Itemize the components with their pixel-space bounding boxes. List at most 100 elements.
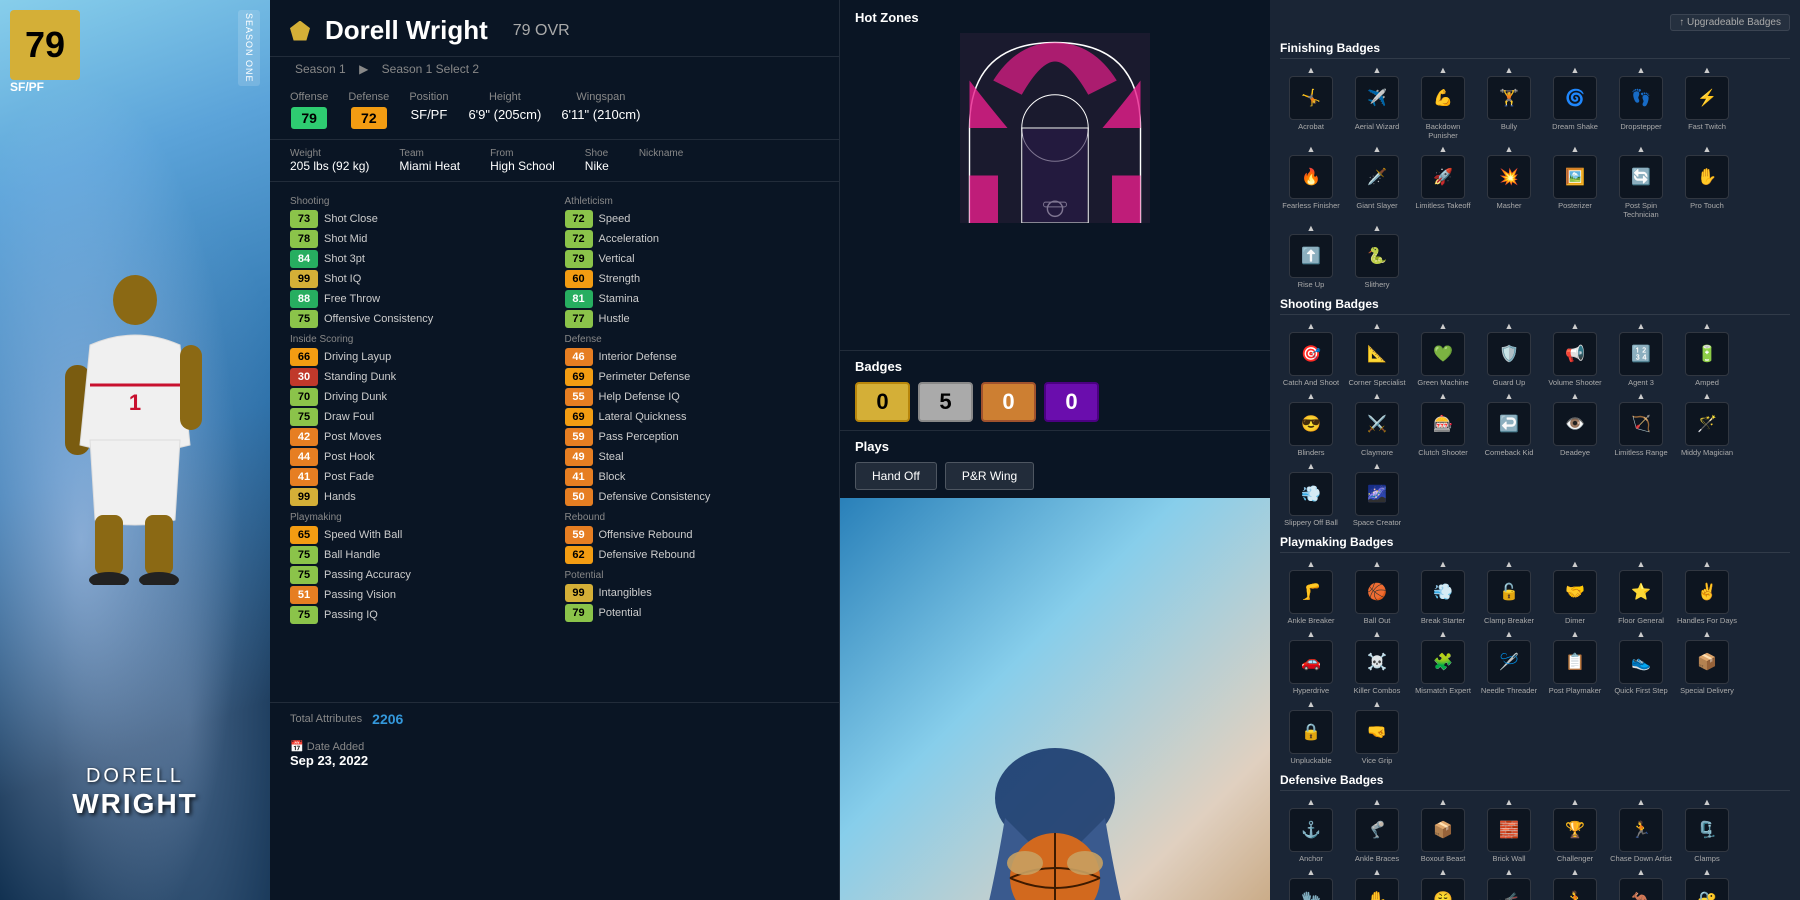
height-value: 6'9" (205cm): [468, 107, 541, 122]
stat-value: 99: [290, 488, 318, 506]
plays-buttons-row: Hand Off P&R Wing: [855, 462, 1255, 490]
list-item[interactable]: ▲ 🔒 Unpluckable: [1280, 699, 1342, 765]
list-item[interactable]: ▲ 👁️ Deadeye: [1544, 391, 1606, 457]
badge-name-label: Acrobat: [1298, 122, 1324, 131]
list-item[interactable]: ▲ 🔐 Post Lockdown: [1676, 867, 1738, 900]
breadcrumb-season1select2[interactable]: Season 1 Select 2: [382, 62, 479, 76]
list-item[interactable]: ▲ 🏋️ Bully: [1478, 65, 1540, 140]
stat-row: 51 Passing Vision: [290, 586, 545, 604]
stat-row: 46 Interior Defense: [565, 348, 820, 366]
list-item[interactable]: ▲ 🌌 Space Creator: [1346, 461, 1408, 527]
hand-off-button[interactable]: Hand Off: [855, 462, 937, 490]
list-item[interactable]: ▲ 🐍 Slithery: [1346, 223, 1408, 289]
list-item[interactable]: ▲ 📢 Volume Shooter: [1544, 321, 1606, 387]
list-item[interactable]: ▲ 🤜 Vice Grip: [1346, 699, 1408, 765]
list-item[interactable]: ▲ 💨 Slippery Off Ball: [1280, 461, 1342, 527]
list-item[interactable]: ▲ 🔋 Amped: [1676, 321, 1738, 387]
stat-row: 75 Offensive Consistency: [290, 310, 545, 328]
list-item[interactable]: ▲ ⚡ Fast Twitch: [1676, 65, 1738, 140]
list-item[interactable]: ▲ 🏆 Challenger: [1544, 797, 1606, 863]
badge-name-label: Anchor: [1299, 854, 1323, 863]
list-item[interactable]: ▲ 🏃 Pick Dodger: [1544, 867, 1606, 900]
list-item[interactable]: ▲ ⚓ Anchor: [1280, 797, 1342, 863]
list-item[interactable]: ▲ 😎 Blinders: [1280, 391, 1342, 457]
list-item[interactable]: ▲ 🧩 Mismatch Expert: [1412, 629, 1474, 695]
breadcrumb-season1[interactable]: Season 1: [295, 62, 346, 76]
list-item[interactable]: ▲ 💚 Green Machine: [1412, 321, 1474, 387]
list-item[interactable]: ▲ 🤝 Dimer: [1544, 559, 1606, 625]
list-item[interactable]: ▲ ⚔️ Claymore: [1346, 391, 1408, 457]
badge-name-label: Blinders: [1297, 448, 1324, 457]
plays-section: Plays Hand Off P&R Wing: [840, 430, 1270, 498]
stat-name: Strength: [599, 273, 641, 285]
list-item[interactable]: ▲ 🎯 Catch And Shoot: [1280, 321, 1342, 387]
list-item[interactable]: ▲ ✈️ Aerial Wizard: [1346, 65, 1408, 140]
player-first-name: DORELL: [0, 765, 270, 788]
badge-name-label: Limitless Takeoff: [1415, 201, 1470, 210]
list-item[interactable]: ▲ 🤸 Acrobat: [1280, 65, 1342, 140]
list-item[interactable]: ▲ 📦 Special Delivery: [1676, 629, 1738, 695]
badge-name-label: Corner Specialist: [1348, 378, 1405, 387]
badge-name-label: Ankle Breaker: [1287, 616, 1334, 625]
list-item[interactable]: ▲ 📋 Post Playmaker: [1544, 629, 1606, 695]
list-item[interactable]: ▲ 💪 Backdown Punisher: [1412, 65, 1474, 140]
player-image-area: 1: [30, 30, 240, 820]
list-item[interactable]: ▲ 🏀 Ball Out: [1346, 559, 1408, 625]
list-item[interactable]: ▲ 💥 Masher: [1478, 144, 1540, 219]
stat-name: Draw Foul: [324, 411, 374, 423]
badge-icon: 🔥: [1289, 155, 1333, 199]
pr-wing-button[interactable]: P&R Wing: [945, 462, 1034, 490]
bronze-badge-count: 0: [981, 382, 1036, 422]
list-item[interactable]: ▲ ⭐ Floor General: [1610, 559, 1672, 625]
list-item[interactable]: ▲ 📐 Corner Specialist: [1346, 321, 1408, 387]
list-item[interactable]: ▲ 🎰 Clutch Shooter: [1412, 391, 1474, 457]
list-item[interactable]: ▲ 🦘 Pogo Stick: [1610, 867, 1672, 900]
list-item[interactable]: ▲ 🏹 Limitless Range: [1610, 391, 1672, 457]
list-item[interactable]: ▲ ✋ Pro Touch: [1676, 144, 1738, 219]
list-item[interactable]: ▲ 🔓 Clamp Breaker: [1478, 559, 1540, 625]
list-item[interactable]: ▲ 🖼️ Posterizer: [1544, 144, 1606, 219]
stat-value: 75: [290, 408, 318, 426]
list-item[interactable]: ▲ 🪄 Middy Magician: [1676, 391, 1738, 457]
list-item[interactable]: ▲ 👣 Dropstepper: [1610, 65, 1672, 140]
list-item[interactable]: ▲ 🦵 Ankle Breaker: [1280, 559, 1342, 625]
list-item[interactable]: ▲ 🔢 Agent 3: [1610, 321, 1672, 387]
nickname-label: Nickname: [639, 148, 683, 159]
list-item[interactable]: ▲ 😤 Menace: [1412, 867, 1474, 900]
list-item[interactable]: ▲ ⬆️ Rise Up: [1280, 223, 1342, 289]
list-item[interactable]: ▲ 🧱 Brick Wall: [1478, 797, 1540, 863]
shooting-badges-grid: ▲ 🎯 Catch And Shoot ▲ 📐 Corner Specialis…: [1280, 321, 1790, 527]
list-item[interactable]: ▲ 🏃 Chase Down Artist: [1610, 797, 1672, 863]
list-item[interactable]: ▲ 🔄 Post Spin Technician: [1610, 144, 1672, 219]
badge-name-label: Green Machine: [1417, 378, 1468, 387]
list-item[interactable]: ▲ 🗡️ Giant Slayer: [1346, 144, 1408, 219]
court-svg: [955, 33, 1155, 223]
list-item[interactable]: ▲ ↩️ Comeback Kid: [1478, 391, 1540, 457]
svg-text:1: 1: [129, 390, 141, 415]
list-item[interactable]: ▲ ☠️ Killer Combos: [1346, 629, 1408, 695]
list-item[interactable]: ▲ 🦿 Ankle Braces: [1346, 797, 1408, 863]
list-item[interactable]: ▲ 🛡️ Guard Up: [1478, 321, 1540, 387]
list-item[interactable]: ▲ 🔥 Fearless Finisher: [1280, 144, 1342, 219]
upgrade-arrow-icon: ▲: [1439, 144, 1448, 154]
list-item[interactable]: ▲ 🚗 Hyperdrive: [1280, 629, 1342, 695]
list-item[interactable]: ▲ 📦 Boxout Beast: [1412, 797, 1474, 863]
list-item[interactable]: ▲ 🧤 Glove: [1280, 867, 1342, 900]
stat-row: 44 Post Hook: [290, 448, 545, 466]
date-added-value: Sep 23, 2022: [290, 753, 368, 768]
stat-value: 88: [290, 290, 318, 308]
upgradeable-badges-button[interactable]: ↑ Upgradeable Badges: [1670, 14, 1790, 31]
list-item[interactable]: ▲ 👟 Quick First Step: [1610, 629, 1672, 695]
list-item[interactable]: ▲ 🦟 Off Ball Pest: [1478, 867, 1540, 900]
list-item[interactable]: ▲ 💨 Break Starter: [1412, 559, 1474, 625]
list-item[interactable]: ▲ 🪡 Needle Threader: [1478, 629, 1540, 695]
stat-value: 59: [565, 526, 593, 544]
stat-name: Intangibles: [599, 587, 652, 599]
list-item[interactable]: ▲ 🚀 Limitless Takeoff: [1412, 144, 1474, 219]
defense-block: Defense 72: [348, 91, 389, 129]
list-item[interactable]: ▲ 🌀 Dream Shake: [1544, 65, 1606, 140]
list-item[interactable]: ▲ ✋ Interceptor: [1346, 867, 1408, 900]
list-item[interactable]: ▲ 🗜️ Clamps: [1676, 797, 1738, 863]
badge-icon: 😤: [1421, 878, 1465, 900]
list-item[interactable]: ▲ ✌️ Handles For Days: [1676, 559, 1738, 625]
